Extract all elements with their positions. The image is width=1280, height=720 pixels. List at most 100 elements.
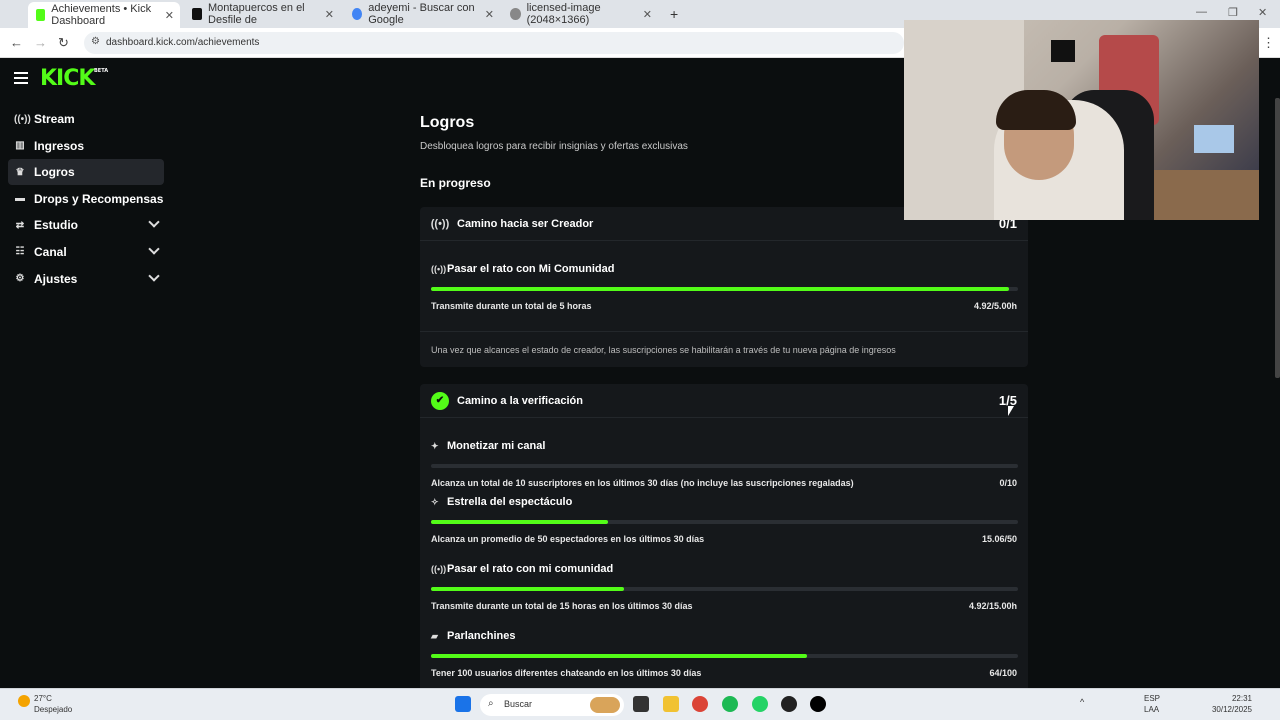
task-progress-value: 15.06/50 — [981, 534, 1017, 544]
progress-bar — [431, 654, 1018, 658]
tab-image[interactable]: licensed-image (2048×1366) ✕ — [502, 2, 658, 26]
users-icon: ☷ — [15, 246, 25, 258]
url-text: dashboard.kick.com/achievements — [106, 37, 260, 48]
studio-icon: ⇄ — [15, 219, 25, 231]
globe-favicon-icon — [510, 8, 521, 20]
menu-icon[interactable] — [14, 72, 28, 84]
tab-montapuercos[interactable]: Montapuercos en el Desfile de ✕ — [184, 2, 340, 26]
tiktok-icon[interactable] — [810, 696, 826, 712]
spotify-icon[interactable] — [722, 696, 738, 712]
maximize-icon[interactable]: ❐ — [1228, 6, 1238, 19]
sidebar-item-label: Drops y Recompensas — [34, 191, 164, 206]
kick-logo[interactable]: KICK BETA — [40, 66, 108, 91]
google-favicon-icon — [352, 8, 363, 20]
task-description: Alcanza un promedio de 50 espectadores e… — [431, 534, 1017, 544]
close-tab-icon[interactable]: ✕ — [643, 8, 652, 21]
back-icon[interactable]: ← — [10, 35, 23, 50]
sidebar-item-stream[interactable]: ((•)) Stream — [8, 106, 164, 132]
file-explorer-icon[interactable] — [663, 696, 679, 712]
tab-title: adeyemi - Buscar con Google — [368, 2, 475, 26]
search-icon: ⌕ — [488, 698, 494, 709]
sidebar-item-label: Stream — [34, 112, 75, 126]
windows-start-icon[interactable] — [455, 696, 471, 712]
sidebar-item-drops[interactable]: ▬ Drops y Recompensas — [8, 186, 164, 212]
task-title: ((•)) Pasar el rato con Mi Comunidad — [431, 263, 615, 275]
beta-tag: BETA — [94, 68, 109, 74]
forward-icon[interactable]: → — [34, 35, 47, 50]
webcam-overlay — [904, 20, 1259, 220]
tab-title: Achievements • Kick Dashboard — [51, 3, 152, 27]
weather-widget[interactable]: 27°C Despejado — [18, 693, 72, 715]
tray-chevron-icon[interactable]: ^ — [1080, 697, 1084, 708]
progress-bar — [431, 287, 1018, 291]
sparkle-icon: ✦ — [431, 440, 439, 451]
chrome-icon[interactable] — [692, 696, 708, 712]
task-progress-value: 64/100 — [989, 668, 1017, 678]
tab-google[interactable]: adeyemi - Buscar con Google ✕ — [344, 2, 500, 26]
task-title: ▰ Parlanchines — [431, 630, 516, 642]
chevron-down-icon[interactable] — [148, 269, 160, 282]
sidebar-item-label: Logros — [34, 165, 75, 180]
new-tab-icon[interactable]: + — [662, 4, 686, 24]
broadcast-icon: ((•)) — [430, 217, 450, 230]
sidebar-item-ajustes[interactable]: ⚙ Ajustes — [8, 266, 164, 292]
task-view-icon[interactable] — [633, 696, 649, 712]
tab-achievements[interactable]: Achievements • Kick Dashboard ✕ — [28, 2, 180, 28]
whatsapp-icon[interactable] — [752, 696, 768, 712]
task-title: ✦ Monetizar mi canal — [431, 440, 546, 452]
achievement-card-verification: ✔ Camino a la verificación 1/5 ✦ Monetiz… — [420, 384, 1028, 694]
reload-icon[interactable]: ↻ — [58, 35, 69, 51]
site-info-icon[interactable]: ⚙ — [91, 36, 100, 47]
broadcast-icon: ((•)) — [431, 564, 447, 574]
url-field[interactable]: ⚙ dashboard.kick.com/achievements — [84, 32, 904, 54]
os-taskbar: 27°C Despejado ⌕ Buscar ^ ESP LAA 22:31 30… — [0, 688, 1280, 720]
star-icon: ✧ — [431, 496, 439, 507]
sidebar-item-canal[interactable]: ☷ Canal — [8, 239, 164, 265]
sidebar-item-label: Estudio — [34, 218, 78, 233]
section-title: En progreso — [420, 176, 491, 190]
chart-icon: ▥ — [15, 140, 25, 152]
close-tab-icon[interactable]: ✕ — [485, 8, 494, 21]
close-window-icon[interactable]: ✕ — [1258, 6, 1267, 19]
page-title: Logros — [420, 114, 475, 131]
close-tab-icon[interactable]: ✕ — [165, 9, 174, 22]
sidebar-item-label: Ajustes — [34, 271, 78, 286]
task-title: ✧ Estrella del espectáculo — [431, 496, 573, 508]
kick-favicon-icon — [36, 9, 46, 21]
tab-title: licensed-image (2048×1366) — [526, 2, 601, 26]
sidebar-item-ingresos[interactable]: ▥ Ingresos — [8, 133, 164, 159]
chat-icon: ▰ — [431, 630, 438, 641]
chevron-down-icon[interactable] — [148, 243, 160, 255]
tiktok-favicon-icon — [192, 8, 203, 20]
chevron-down-icon[interactable] — [148, 216, 160, 229]
sidebar: ((•)) Stream ▥ Ingresos ♛ Logros ▬ Drops… — [8, 106, 164, 292]
broadcast-icon: ((•)) — [431, 264, 447, 274]
task-progress-value: 4.92/15.00h — [968, 601, 1017, 611]
browser-menu-icon[interactable]: ⋮ — [1262, 35, 1275, 51]
page-scrollbar[interactable] — [1275, 98, 1280, 378]
settings-icon: ⚙ — [15, 273, 25, 285]
card-note: Una vez que alcances el estado de creado… — [420, 331, 1028, 368]
task-title: ((•)) Pasar el rato con mi comunidad — [431, 563, 614, 575]
language-indicator[interactable]: ESP LAA — [1144, 693, 1160, 715]
search-placeholder: Buscar — [504, 699, 533, 709]
close-tab-icon[interactable]: ✕ — [325, 8, 334, 21]
gift-icon: ▬ — [15, 193, 25, 205]
progress-fill — [431, 587, 624, 591]
task-description: Transmite durante un total de 5 horas 4.… — [431, 301, 1017, 311]
trophy-icon: ♛ — [15, 166, 25, 178]
sidebar-item-label: Canal — [34, 244, 67, 259]
achievement-task: ((•)) Pasar el rato con Mi Comunidad Tra… — [420, 241, 1028, 331]
achievement-task: ✦ Monetizar mi canal Alcanza un total de… — [420, 418, 1028, 488]
search-highlight-icon — [590, 697, 620, 713]
minimize-icon[interactable]: — — [1196, 6, 1207, 18]
clock[interactable]: 22:31 30/12/2025 — [1210, 693, 1252, 715]
app-icon[interactable] — [781, 696, 797, 712]
taskbar-search[interactable]: ⌕ Buscar — [480, 694, 624, 716]
sun-icon — [18, 695, 30, 707]
sidebar-item-estudio[interactable]: ⇄ Estudio — [8, 212, 164, 238]
achievement-card-creator: ((•)) Camino hacia ser Creador 0/1 ((•))… — [420, 207, 1028, 367]
card-title: Camino a la verificación — [457, 394, 583, 407]
sidebar-item-logros[interactable]: ♛ Logros — [8, 159, 164, 186]
achievement-task: ✧ Estrella del espectáculo Alcanza un pr… — [420, 486, 1028, 553]
